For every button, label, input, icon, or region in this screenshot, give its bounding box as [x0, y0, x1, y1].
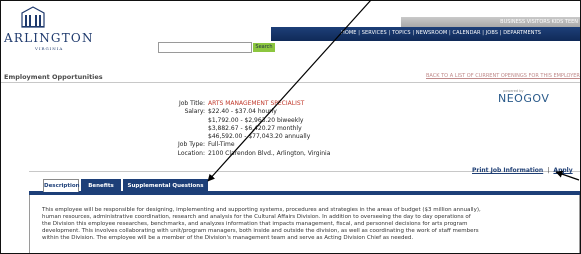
tab-supplemental-questions[interactable]: Supplemental Questions	[123, 179, 208, 192]
neogov-logo: NEOGOV	[498, 92, 550, 105]
site-header: ARLINGTON VIRGINIA Search BUSINESS VISIT…	[1, 1, 580, 65]
main-nav-links[interactable]: HOME | SERVICES | TOPICS | NEWSROOM | CA…	[341, 30, 541, 36]
job-info-block: Job Title: ARTS MANAGEMENT SPECIALIST Sa…	[153, 100, 383, 158]
salary-row: $46,592.00 - $77,043.20 annually	[153, 133, 383, 141]
description-line: within the Division. The employee will b…	[42, 235, 414, 242]
divider	[1, 82, 580, 83]
tab-benefits[interactable]: Benefits	[81, 179, 121, 192]
back-to-openings-link[interactable]: BACK TO A LIST OF CURRENT OPENINGS FOR T…	[426, 73, 580, 79]
description-text: This employee will be responsible for de…	[42, 207, 564, 242]
location-value: 2100 Clarendon Blvd., Arlington, Virgini…	[208, 149, 331, 157]
location-label: Location:	[177, 149, 205, 157]
salary-row: $1,792.00 - $2,963.20 biweekly	[153, 117, 383, 125]
description-line: development. This involves collaborating…	[42, 228, 479, 235]
job-tabs: Description Benefits Supplemental Questi…	[29, 177, 580, 253]
tab-description[interactable]: Description	[43, 179, 80, 192]
audience-links[interactable]: BUSINESS VISITORS KIDS TEEN	[500, 19, 578, 25]
job-type-label: Job Type:	[178, 141, 205, 149]
action-separator: |	[547, 167, 550, 174]
salary-annually: $46,592.00 - $77,043.20 annually	[208, 133, 311, 141]
salary-hourly: $22.40 - $37.04 hourly	[208, 108, 277, 116]
salary-biweekly: $1,792.00 - $2,963.20 biweekly	[208, 116, 304, 124]
job-title-label: Job Title:	[178, 100, 205, 107]
arlington-house-logo-icon[interactable]	[20, 5, 46, 29]
job-actions: Print Job Information | Apply	[472, 167, 573, 174]
job-title-row: Job Title: ARTS MANAGEMENT SPECIALIST	[153, 100, 383, 108]
page-title: Employment Opportunities	[4, 73, 103, 81]
location-row: Location: 2100 Clarendon Blvd., Arlingto…	[153, 150, 383, 158]
apply-link[interactable]: Apply	[553, 167, 572, 174]
job-type-row: Job Type: Full-Time	[153, 141, 383, 149]
job-title-value: ARTS MANAGEMENT SPECIALIST	[208, 100, 305, 107]
salary-row: $3,882.67 - $6,420.27 monthly	[153, 125, 383, 133]
description-panel: This employee will be responsible for de…	[29, 195, 580, 253]
logo-wordmark[interactable]: ARLINGTON	[4, 31, 94, 45]
job-type-value: Full-Time	[208, 141, 235, 149]
salary-label: Salary:	[184, 108, 205, 116]
search-button[interactable]: Search	[253, 43, 275, 52]
print-job-information-link[interactable]: Print Job Information	[472, 167, 543, 174]
description-line: the Division this employee researches, b…	[42, 221, 468, 228]
search-input[interactable]	[158, 42, 252, 53]
audience-bar: BUSINESS VISITORS KIDS TEEN	[401, 17, 580, 27]
logo-subtitle: VIRGINIA	[35, 46, 64, 51]
page-frame: ARLINGTON VIRGINIA Search BUSINESS VISIT…	[0, 0, 581, 254]
salary-row: Salary: $22.40 - $37.04 hourly	[153, 108, 383, 116]
main-nav: HOME | SERVICES | TOPICS | NEWSROOM | CA…	[271, 27, 580, 41]
tab-bar: Description Benefits Supplemental Questi…	[29, 177, 580, 195]
description-line: This employee will be responsible for de…	[42, 207, 481, 213]
description-line: human resources, administrative coordina…	[42, 214, 471, 221]
salary-monthly: $3,882.67 - $6,420.27 monthly	[208, 124, 302, 132]
